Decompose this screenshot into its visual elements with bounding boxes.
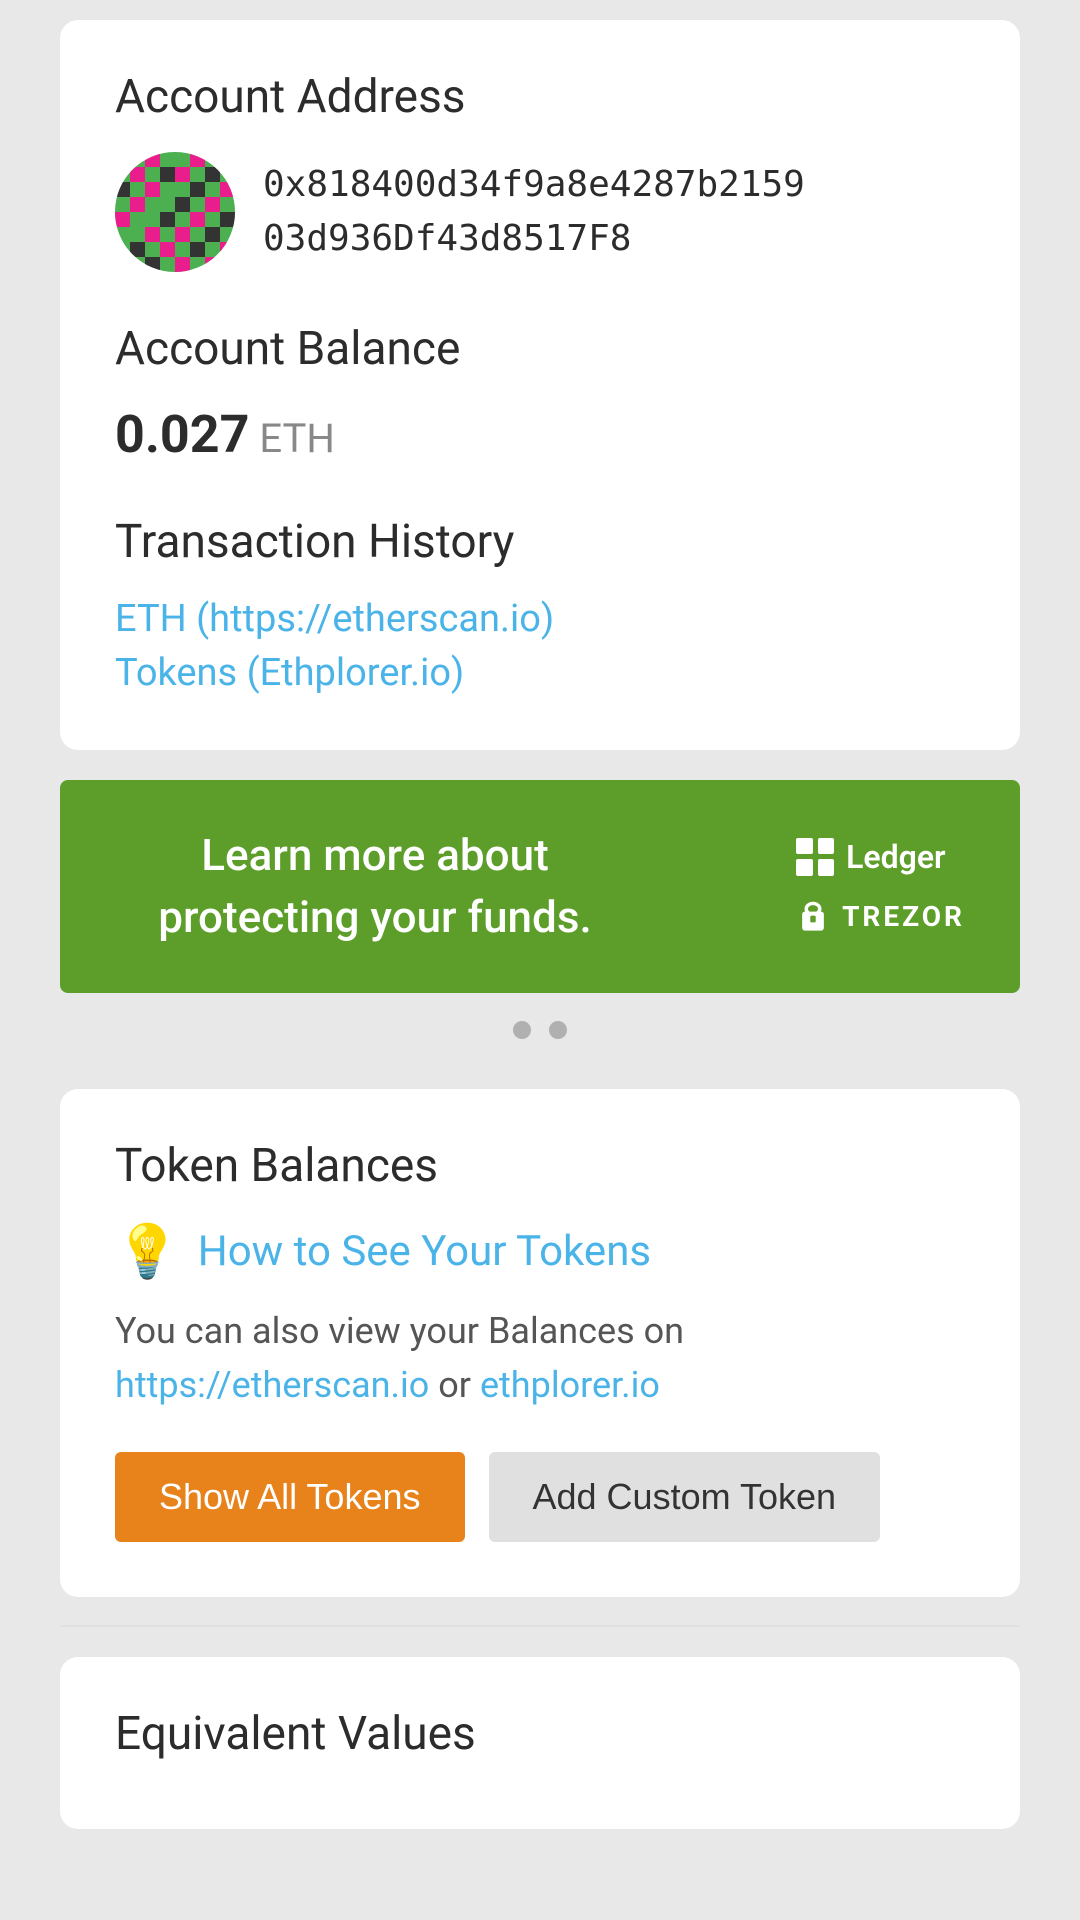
ledger-label: Ledger (846, 838, 945, 876)
account-address-text: 0x818400d34f9a8e4287b2159 03d936Df43d851… (263, 158, 805, 266)
trezor-icon (796, 898, 830, 936)
dot-2[interactable] (549, 1021, 567, 1039)
trezor-label: TREZOR (842, 900, 965, 933)
token-buttons: Show All Tokens Add Custom Token (115, 1452, 965, 1542)
token-balances-card: Token Balances 💡 How to See Your Tokens … (60, 1089, 1020, 1597)
add-custom-token-button[interactable]: Add Custom Token (489, 1452, 881, 1542)
tx-links-container: ETH (https://etherscan.io) Tokens (Ethpl… (115, 597, 965, 695)
tx-history-title: Transaction History (115, 515, 965, 569)
address-line1: 0x818400d34f9a8e4287b2159 (263, 158, 805, 212)
avatar (115, 152, 235, 272)
token-help-row: 💡 How to See Your Tokens (115, 1221, 965, 1282)
ledger-logo: Ledger (796, 838, 945, 876)
token-balances-title: Token Balances (115, 1139, 965, 1193)
how-to-see-tokens-link[interactable]: How to See Your Tokens (198, 1227, 651, 1276)
equivalent-values-section: Equivalent Values (60, 1657, 1020, 1829)
banner-logos: Ledger TREZOR (796, 838, 965, 936)
balance-title: Account Balance (115, 322, 965, 376)
balance-unit: ETH (259, 415, 335, 462)
ethplorer-balance-link[interactable]: ethplorer.io (480, 1364, 660, 1406)
hardware-wallet-banner[interactable]: Learn more about protecting your funds. … (60, 780, 1020, 993)
balance-value: 0.027 (115, 404, 249, 465)
trezor-logo: TREZOR (796, 898, 965, 936)
ledger-icon (796, 838, 834, 876)
equivalent-values-title: Equivalent Values (115, 1707, 965, 1761)
address-line2: 03d936Df43d8517F8 (263, 212, 805, 266)
account-card: Account Address (60, 20, 1020, 750)
bulb-icon: 💡 (115, 1221, 180, 1282)
banner-text: Learn more about protecting your funds. (115, 825, 635, 948)
account-address-row: 0x818400d34f9a8e4287b2159 03d936Df43d851… (115, 152, 965, 272)
token-desc-text: You can also view your Balances on (115, 1310, 684, 1352)
carousel-dots (513, 1021, 567, 1039)
account-address-title: Account Address (115, 70, 965, 124)
dot-1[interactable] (513, 1021, 531, 1039)
separator (60, 1625, 1020, 1627)
token-description: You can also view your Balances on https… (115, 1304, 965, 1412)
etherscan-tx-link[interactable]: ETH (https://etherscan.io) (115, 597, 965, 641)
token-desc-or: or (438, 1364, 471, 1406)
ethplorer-tx-link[interactable]: Tokens (Ethplorer.io) (115, 651, 965, 695)
etherscan-balance-link[interactable]: https://etherscan.io (115, 1364, 429, 1406)
balance-display: 0.027ETH (115, 404, 965, 465)
show-all-tokens-button[interactable]: Show All Tokens (115, 1452, 465, 1542)
